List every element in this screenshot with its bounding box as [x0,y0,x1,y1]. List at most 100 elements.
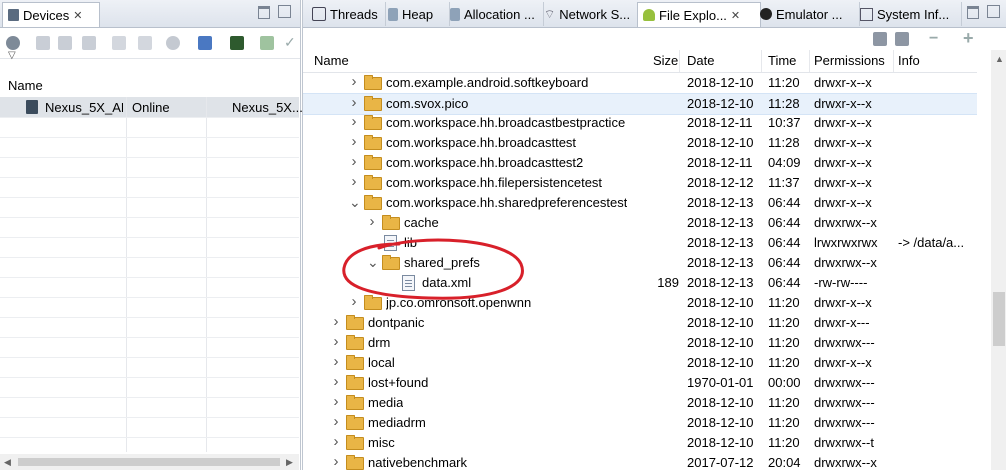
folder-icon [364,195,382,210]
pull-file-icon[interactable] [873,32,887,46]
folder-row[interactable]: › dontpanic 2018-12-10 11:20 drwxr-x--- [303,313,977,333]
chevron-right-icon[interactable]: › [349,114,359,129]
folder-row[interactable]: › media 2018-12-10 11:20 drwxrwx--- [303,393,977,413]
file-time: 06:44 [768,195,801,210]
folder-row[interactable]: › com.workspace.hh.filepersistencetest 201… [303,173,977,193]
file-explorer-vertical-scrollbar[interactable]: ▲ [991,50,1006,470]
stop-icon[interactable] [166,36,180,50]
folder-row[interactable]: › drm 2018-12-10 11:20 drwxrwx--- [303,333,977,353]
delete-icon[interactable]: − [929,31,938,47]
tab-network-statistics[interactable]: ⌔ Network S... [539,2,648,26]
folder-icon [364,96,382,111]
new-folder-icon[interactable]: + [963,29,974,47]
folder-row[interactable]: › nativebenchmark 2017-07-12 20:04 drwxrwx--… [303,453,977,473]
devices-row-divider [0,337,299,338]
file-name: mediadrm [368,415,426,430]
folder-row[interactable]: › com.workspace.hh.broadcastbestpractice 2… [303,113,977,133]
update-heap-icon[interactable] [36,36,50,50]
scroll-right-icon[interactable]: ▶ [286,457,293,468]
scroll-left-icon[interactable]: ◀ [4,457,11,468]
chevron-right-icon[interactable]: › [349,154,359,169]
start-method-profiling-icon[interactable] [138,36,152,50]
file-time: 06:44 [768,215,801,230]
folder-row[interactable]: › mediadrm 2018-12-10 11:20 drwxrwx--- [303,413,977,433]
update-threads-icon[interactable] [112,36,126,50]
tab-file-explorer[interactable]: File Explo... ✕ [637,2,761,27]
chevron-right-icon[interactable]: › [331,434,341,449]
screen-capture-icon[interactable] [198,36,212,50]
folder-row[interactable]: › lost+found 1970-01-01 00:00 drwxrwx--- [303,373,977,393]
chevron-right-icon[interactable]: › [331,354,341,369]
column-info[interactable]: Info [898,53,920,68]
chevron-right-icon[interactable]: › [349,134,359,149]
chevron-right-icon[interactable]: › [331,314,341,329]
chevron-right-icon[interactable]: › [331,394,341,409]
column-name[interactable]: Name [314,53,349,68]
close-icon[interactable]: ✕ [731,9,740,22]
maximize-icon[interactable] [278,5,291,18]
folder-row[interactable]: ⌄ com.workspace.hh.sharedpreferencestest 2… [303,193,977,213]
chevron-right-icon[interactable]: › [331,374,341,389]
debug-icon[interactable] [6,36,20,50]
gc-icon[interactable] [82,36,96,50]
chevron-down-icon[interactable]: ⌄ [349,195,361,209]
annotation-circle [342,238,524,300]
chevron-right-icon[interactable]: › [331,414,341,429]
chevron-right-icon[interactable]: › [349,74,359,89]
folder-row[interactable]: › com.workspace.hh.broadcasttest 2018-12-1… [303,133,977,153]
file-time: 06:44 [768,255,801,270]
file-time: 20:04 [768,455,801,470]
view-menu-icon[interactable]: ✓ [284,34,296,51]
file-date: 2018-12-10 [687,335,754,350]
file-date: 2018-12-13 [687,275,754,290]
tab-devices[interactable]: Devices ✕ [2,2,100,27]
devices-row-divider [0,177,299,178]
file-time: 04:09 [768,155,801,170]
folder-row[interactable]: › com.workspace.hh.broadcasttest2 2018-12-… [303,153,977,173]
folder-row[interactable]: › com.example.android.softkeyboard 2018-12… [303,73,977,93]
devices-horizontal-scrollbar[interactable]: ◀ ▶ [0,454,299,470]
file-permissions: drwxrwx--x [814,255,877,270]
column-time[interactable]: Time [768,53,796,68]
device-row[interactable]: Nexus_5X_API Online Nexus_5X... [0,97,303,117]
file-name: com.workspace.hh.broadcastbestpractice [386,115,626,130]
tab-emulator-control[interactable]: Emulator ... [755,2,860,26]
minimize-icon[interactable] [258,6,270,19]
file-name: dontpanic [368,315,425,330]
devices-row-divider [0,397,299,398]
column-date[interactable]: Date [687,53,714,68]
file-time: 11:37 [768,175,800,190]
chevron-right-icon[interactable]: › [349,174,359,189]
view-menu-chevron-down-icon[interactable]: ▽ [8,50,16,61]
systrace-icon[interactable] [230,36,244,50]
tab-system-information[interactable]: System Inf... [855,2,962,26]
chevron-right-icon[interactable]: › [331,334,341,349]
dump-hprof-icon[interactable] [58,36,72,50]
chevron-right-icon[interactable]: › [367,214,377,229]
tab-threads[interactable]: Threads [307,2,386,26]
push-file-icon[interactable] [895,32,909,46]
folder-row[interactable]: › local 2018-12-10 11:20 drwxr-x--x [303,353,977,373]
column-permissions[interactable]: Permissions [814,53,885,68]
devices-row-divider [0,277,299,278]
folder-row[interactable]: › misc 2018-12-10 11:20 drwxrwx--t [303,433,977,453]
file-time: 06:44 [768,275,801,290]
file-name: com.example.android.softkeyboard [386,75,589,90]
maximize-icon[interactable] [987,5,1000,18]
file-date: 2018-12-10 [687,435,754,450]
folder-row[interactable]: › com.svox.pico 2018-12-10 11:28 drwxr-x--x [303,93,977,115]
opengl-trace-icon[interactable] [260,36,274,50]
file-explorer-scroll-thumb[interactable] [993,292,1005,346]
devices-scroll-thumb[interactable] [18,458,280,466]
chevron-right-icon[interactable]: › [331,454,341,469]
close-icon[interactable]: ✕ [73,9,82,22]
column-size[interactable]: Size [653,53,678,68]
minimize-icon[interactable] [967,6,979,19]
tab-allocation[interactable]: Allocation ... [445,2,544,26]
scroll-up-icon[interactable]: ▲ [995,54,1004,64]
tab-heap[interactable]: Heap [383,2,450,26]
folder-row[interactable]: › cache 2018-12-13 06:44 drwxrwx--x [303,213,977,233]
file-date: 2018-12-10 [687,135,754,150]
file-name: com.workspace.hh.filepersistencetest [386,175,603,190]
chevron-right-icon[interactable]: › [349,95,359,110]
